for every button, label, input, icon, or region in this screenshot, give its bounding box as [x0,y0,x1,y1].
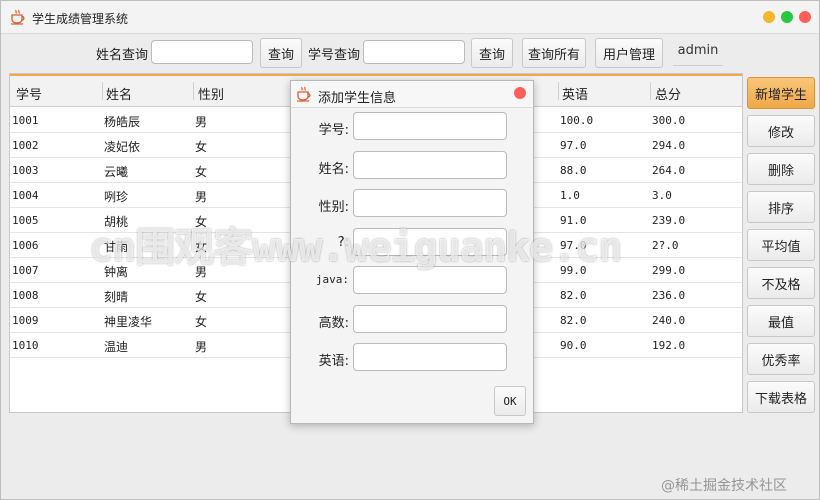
dialog-title-bar: 添加学生信息 [291,81,533,108]
cell-name: 刻晴 [104,290,129,304]
cell-gender: 女 [195,290,208,304]
cell-gender: 男 [195,190,208,204]
cell-id: 1007 [12,264,39,277]
cell-english: 100.0 [560,114,594,127]
cell-english: 1.0 [560,189,580,202]
cell-id: 1001 [12,114,39,127]
field-input-gender[interactable] [353,189,507,217]
add-student-button[interactable]: 新增学生 [747,77,815,109]
cell-id: 1008 [12,289,39,302]
id-query-button[interactable]: 查询 [471,38,513,68]
name-query-button[interactable]: 查询 [260,38,302,68]
cell-name: 神里凌华 [104,315,153,329]
window-title: 学生成绩管理系统 [32,12,129,26]
cell-total: 294.0 [652,139,686,152]
header-separator [193,82,194,100]
cell-gender: 女 [195,140,208,154]
download-table-button[interactable]: 下载表格 [747,381,815,413]
cell-id: 1005 [12,214,39,227]
dialog-title: 添加学生信息 [318,91,397,106]
watermark: cn围观客www.weiguanke.cn [89,225,622,271]
field-label-math: 高数: [318,315,349,331]
dialog-close-button[interactable] [514,87,526,99]
failing-button[interactable]: 不及格 [747,267,815,299]
cell-total: 236.0 [652,289,686,302]
current-user-label: admin [673,39,723,66]
excellence-rate-button[interactable]: 优秀率 [747,343,815,375]
header-separator [650,82,651,100]
modify-button[interactable]: 修改 [747,115,815,147]
title-bar: 学生成绩管理系统 [1,1,819,34]
cell-total: 239.0 [652,214,686,227]
header-total[interactable]: 总分 [655,84,681,103]
cell-total: 2?.0 [652,239,679,252]
close-button[interactable] [799,11,811,23]
name-search-input[interactable] [151,40,253,64]
field-label-id: 学号: [318,123,349,138]
cell-id: 1003 [12,164,39,177]
coffee-cup-icon [11,9,25,25]
cell-total: 3.0 [652,189,672,202]
user-management-button[interactable]: 用户管理 [595,38,663,68]
id-search-label: 学号查询 [308,48,361,63]
minimize-button[interactable] [763,11,775,23]
source-credit: @稀土掘金技术社区 [661,478,787,494]
field-label-english: 英语: [318,354,349,369]
cell-total: 192.0 [652,339,686,352]
header-gender[interactable]: 性别 [198,84,224,103]
field-label-java: java: [315,273,349,286]
header-english[interactable]: 英语 [562,84,588,103]
cell-english: 88.0 [560,164,587,177]
cell-total: 299.0 [652,264,686,277]
delete-button[interactable]: 删除 [747,153,815,185]
cell-id: 1002 [12,139,39,152]
cell-gender: 男 [195,115,208,129]
header-separator [102,82,103,100]
cell-gender: 女 [195,315,208,329]
cell-name: 温迪 [104,340,129,354]
cell-total: 300.0 [652,114,686,127]
cell-id: 1006 [12,239,39,252]
cell-name: 咧珍 [104,190,129,204]
cell-id: 1010 [12,339,39,352]
cell-id: 1004 [12,189,39,202]
field-input-math[interactable] [353,304,507,333]
cell-id: 1009 [12,314,39,327]
cell-name: 凌妃依 [104,140,141,154]
maximize-button[interactable] [781,11,793,23]
cell-english: 82.0 [560,314,587,327]
cell-english: 97.0 [560,139,587,152]
average-button[interactable]: 平均值 [747,229,815,261]
header-id[interactable]: 学号 [16,84,42,103]
cell-gender: 男 [195,340,208,354]
cell-english: 90.0 [560,339,587,352]
cell-name: 云曦 [104,165,129,179]
coffee-cup-icon [297,86,311,102]
cell-name: 杨皓辰 [104,115,141,129]
field-label-gender: 性别: [318,200,349,215]
field-label-name: 姓名: [318,161,349,177]
cell-total: 264.0 [652,164,686,177]
name-search-label: 姓名查询 [96,48,149,63]
extremes-button[interactable]: 最值 [747,305,815,337]
sort-button[interactable]: 排序 [747,191,815,223]
cell-english: 82.0 [560,289,587,302]
field-input-id[interactable] [353,112,507,140]
cell-total: 240.0 [652,314,686,327]
field-input-name[interactable] [353,150,507,179]
main-window: 学生成绩管理系统 姓名查询 查询 学号查询 查询 查询所有 用户管理 admin… [0,0,820,500]
field-input-english[interactable] [353,343,507,371]
header-name[interactable]: 姓名 [106,84,132,103]
query-all-button[interactable]: 查询所有 [522,38,586,68]
ok-button[interactable]: OK [494,386,526,416]
id-search-input[interactable] [363,40,465,64]
cell-gender: 女 [195,165,208,179]
header-separator [558,82,559,100]
